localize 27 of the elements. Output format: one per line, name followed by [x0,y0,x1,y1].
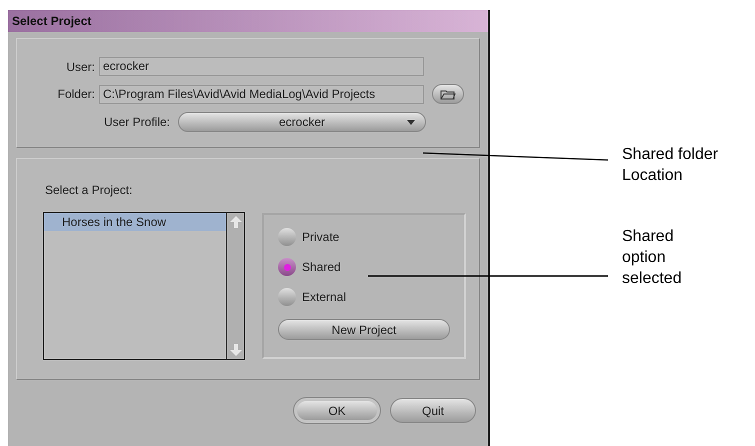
scrollbar[interactable] [226,213,244,359]
field-label: Folder: [56,86,96,103]
radio-button[interactable] [278,288,296,306]
new-project-button[interactable]: New Project [278,319,450,340]
folder-field[interactable]: C:\Program Files\Avid\Avid MediaLog\Avid Projects [99,84,424,104]
field-label: User Profile: [102,114,171,131]
callout-text: Shared option selected [622,227,683,289]
project-item[interactable]: Horses in the Snow [44,213,226,231]
user-profile-dropdown[interactable]: ecrocker [178,112,426,132]
radio-label: Private [302,229,340,246]
browse-folder-button[interactable] [432,84,464,104]
radio-button[interactable] [278,258,296,276]
down-arrow-icon [230,344,242,356]
window-title: Select Project [12,13,92,30]
dialog-button[interactable]: Quit [390,398,476,423]
section-label: Select a Project: [45,182,132,199]
user-field[interactable]: ecrocker [99,57,424,76]
field-label: User: [65,58,96,76]
up-arrow-icon [230,216,242,228]
radio-label: Shared [302,259,341,276]
dialog-button[interactable]: OK [294,398,380,423]
caret-icon [407,120,415,124]
callout-text: Shared folder Location [622,145,720,186]
folder-icon [440,88,456,100]
radio-button[interactable] [278,228,296,246]
project-list[interactable]: Horses in the Snow [43,212,245,360]
radio-label: External [302,289,346,306]
